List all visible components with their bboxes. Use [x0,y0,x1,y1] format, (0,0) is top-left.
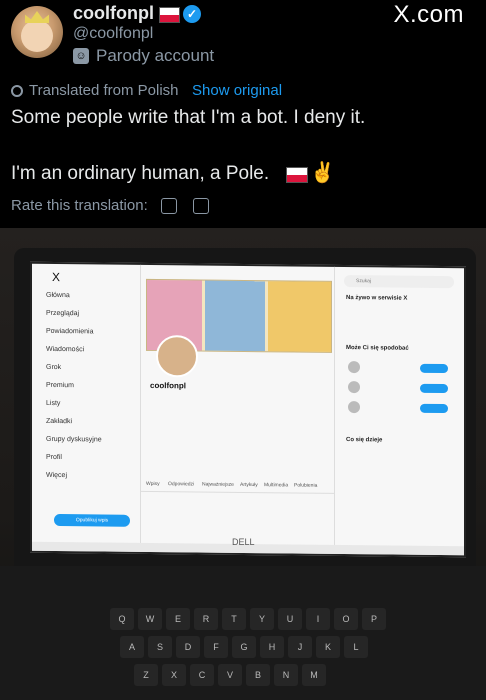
screen-sidebar: X Główna Przeglądaj Powiadomienia Wiadom… [32,263,141,552]
trends-heading: Co się dzieje [346,437,383,444]
key: G [232,636,256,658]
tab: Multimedia [264,482,289,489]
suggested-user-avatar [348,361,360,374]
avatar[interactable] [11,6,63,58]
verified-badge-icon: ✓ [183,5,201,23]
sidebar-item: Profil [46,453,62,462]
profile-tabs: Wpisy Odpowiedzi Najważniejsze Artykuły … [140,478,334,494]
follow-button [420,363,448,374]
profile-avatar [156,335,198,378]
sidebar-item: Listy [46,399,61,408]
translated-note-text: Translated from Polish [29,82,179,99]
sidebar-item: Grok [46,363,62,372]
laptop-brand-logo: DELL [232,537,255,547]
handle[interactable]: @coolfonpl [73,25,153,43]
key: Q [110,608,134,630]
key: F [204,636,228,658]
key: W [138,608,162,630]
tweet-text-line1: Some people write that I'm a bot. I deny… [11,107,366,128]
key: V [218,664,242,686]
screen-right-panel: Szukaj Na żywo w serwisie X Może Ci się … [336,267,464,555]
key: P [362,608,386,630]
key: E [166,608,190,630]
tab: Polubienia [294,482,318,489]
follow-button [420,403,448,414]
screen-profile: coolfonpl Wpisy Odpowiedzi Najważniejsze… [140,264,335,554]
key: N [274,664,298,686]
profile-name: coolfonpl [150,380,186,391]
sidebar-item: Grupy dyskusyjne [46,435,102,444]
thumbs-up-icon[interactable] [161,198,177,214]
translated-note: Translated from Polish [11,82,179,99]
key: D [176,636,200,658]
key: Z [134,664,158,686]
sidebar-item: Zakładki [46,417,73,426]
avatar-face [21,20,53,52]
laptop-screen: X Główna Przeglądaj Powiadomienia Wiadom… [30,261,466,558]
globe-icon [11,85,23,97]
key: A [120,636,144,658]
sidebar-item: Wiadomości [46,345,85,354]
victory-hand-icon: ✌ [310,162,335,184]
screen-search: Szukaj [344,275,454,289]
display-name[interactable]: coolfonpl [73,3,154,24]
key: C [190,664,214,686]
sidebar-item: Główna [46,291,70,300]
laptop-keyboard: Q W E R T Y U I O P A S D F G H J K L Z … [0,566,486,700]
live-heading: Na żywo w serwisie X [346,295,408,302]
key: U [278,608,302,630]
key: K [316,636,340,658]
key: M [302,664,326,686]
tweet-header: coolfonpl ✓ @coolfonpl ☺ Parody account … [0,0,486,80]
key: T [222,608,246,630]
poland-flag-icon [159,7,180,23]
key: X [162,664,186,686]
crown-icon [25,11,49,23]
key: R [194,608,218,630]
sidebar-item: Powiadomienia [46,327,94,336]
show-original-link[interactable]: Show original [192,82,282,99]
attached-photo[interactable]: X Główna Przeglądaj Powiadomienia Wiadom… [0,228,486,700]
follow-button [420,383,448,394]
post-button: Opublikuj wpis [54,513,130,527]
tweet-text-line2: I'm an ordinary human, a Pole. [11,163,270,184]
key: H [260,636,284,658]
suggested-user-avatar [348,381,360,394]
parody-mask-icon: ☺ [73,48,89,64]
sidebar-item: Więcej [46,471,68,480]
brand-watermark: X.com [393,1,464,28]
key: B [246,664,270,686]
tab: Najważniejsze [202,481,234,488]
parody-label: Parody account [96,46,215,65]
thumbs-down-icon[interactable] [193,198,209,214]
poland-flag-emoji-icon [286,167,308,183]
sidebar-item: Premium [46,381,75,390]
tab: Odpowiedzi [168,481,195,488]
tab: Artykuły [240,481,258,489]
tab: Wpisy [146,480,160,488]
key: I [306,608,330,630]
rate-translation-label: Rate this translation: [11,197,148,214]
x-logo-icon: X [52,269,61,285]
key: S [148,636,172,658]
key: L [344,636,368,658]
suggested-user-avatar [348,401,360,414]
sidebar-item: Przeglądaj [46,309,80,318]
key: Y [250,608,274,630]
key: J [288,636,312,658]
suggest-heading: Może Ci się spodobać [346,345,409,352]
key: O [334,608,358,630]
